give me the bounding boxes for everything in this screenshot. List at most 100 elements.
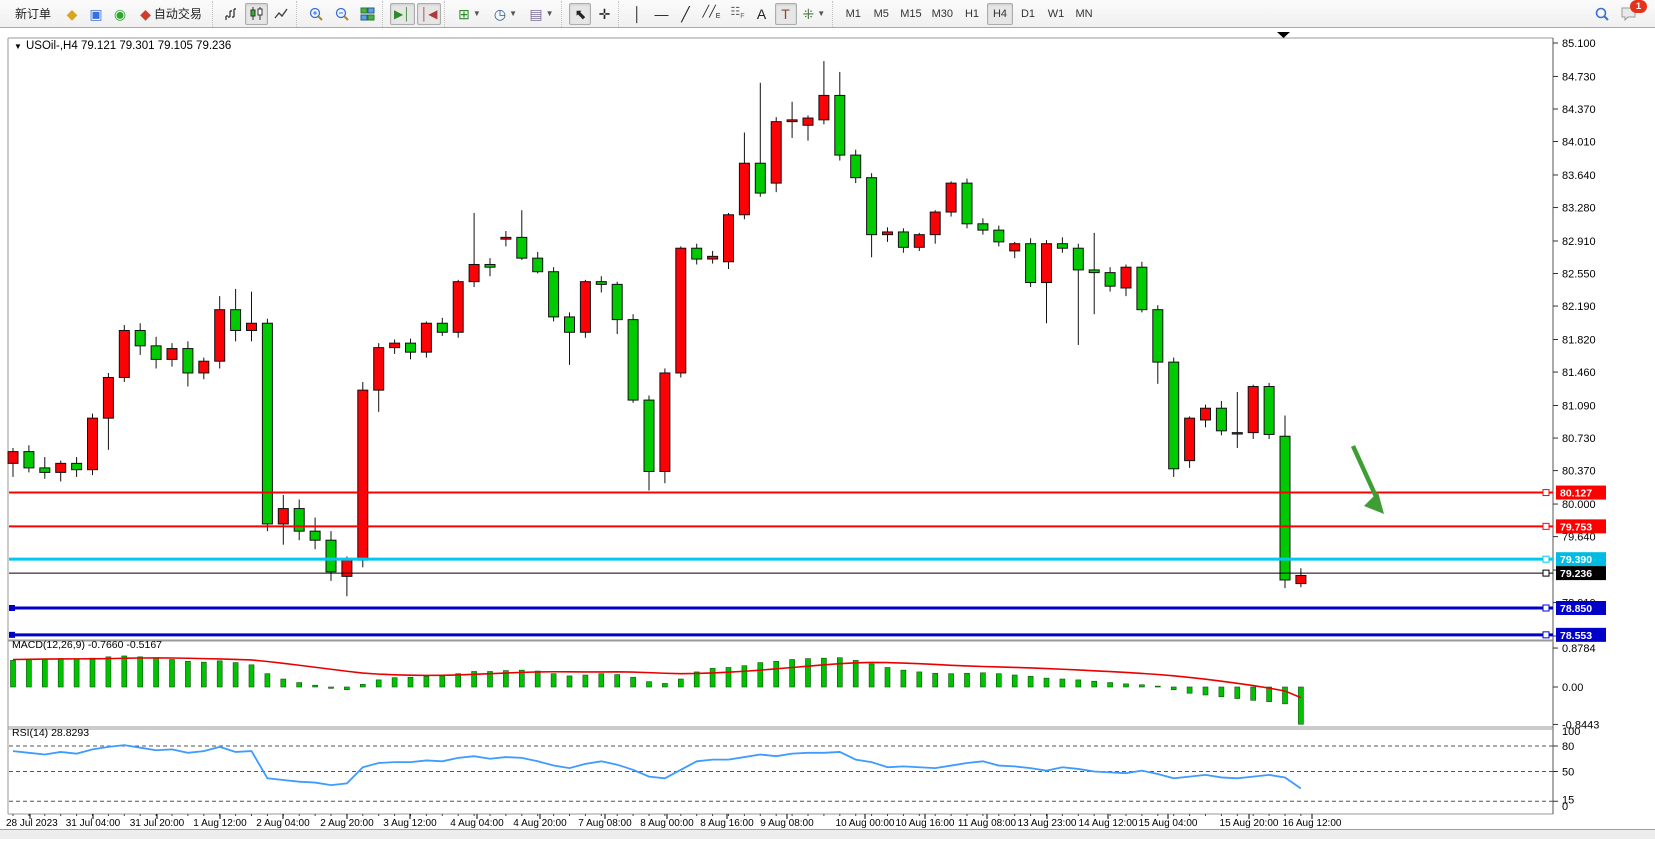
candle (692, 244, 702, 265)
chart-area[interactable]: 85.10084.73084.37084.01083.64083.28082.9… (0, 28, 1655, 838)
macd-bar (90, 658, 95, 687)
macd-bar (631, 677, 636, 687)
macd-bar (154, 658, 159, 687)
candle (358, 382, 368, 567)
time-tick-label: 28 Jul 2023 (6, 818, 58, 829)
candle (1121, 264, 1131, 296)
candle (1153, 305, 1163, 384)
price-badge: 79.236 (1556, 566, 1606, 580)
hline-79.390[interactable] (9, 556, 1553, 562)
macd-bar (329, 687, 334, 688)
line-handle[interactable] (1543, 523, 1549, 529)
line-handle[interactable] (1543, 570, 1549, 576)
bar-chart-icon[interactable] (220, 3, 243, 25)
candle (787, 102, 797, 138)
time-tick-label: 31 Jul 20:00 (130, 818, 185, 829)
hline-78.850[interactable] (9, 605, 1553, 611)
timeframe-h4[interactable]: H4 (987, 3, 1013, 25)
timeframe-h1[interactable]: H1 (959, 3, 985, 25)
fibonacci-tool[interactable]: ☷F (726, 3, 748, 25)
timeframe-m15[interactable]: M15 (896, 3, 925, 25)
line-handle[interactable] (9, 605, 15, 611)
macd-bar (1108, 683, 1113, 687)
macd-bar (201, 662, 206, 687)
tile-windows-icon[interactable] (356, 3, 379, 25)
indicators-menu-button[interactable]: ⊞▼ (452, 3, 486, 25)
timeframe-m5[interactable]: M5 (868, 3, 894, 25)
macd-bar (185, 661, 190, 687)
trendline-tool[interactable]: ╱ (674, 3, 696, 25)
indicators-icon: ⊞ (458, 7, 470, 21)
price-tick-label: 83.280 (1562, 203, 1596, 215)
candle (803, 115, 813, 140)
zoom-out-icon[interactable] (330, 3, 354, 25)
notifications-button[interactable]: 1 (1616, 3, 1641, 25)
chart-shift-icon[interactable]: │◀ (417, 3, 442, 25)
candlestick-chart-icon[interactable] (245, 3, 268, 25)
timeframe-m30[interactable]: M30 (928, 3, 957, 25)
macd-bar (1298, 687, 1303, 724)
horizontal-line-tool[interactable]: — (650, 3, 672, 25)
rsi-axis-label: 0 (1562, 801, 1568, 813)
candle (183, 341, 193, 386)
rsi-line (13, 745, 1301, 788)
search-icon[interactable] (1590, 3, 1614, 25)
line-handle[interactable] (1543, 556, 1549, 562)
line-handle[interactable] (1543, 632, 1549, 638)
timeframe-mn[interactable]: MN (1071, 3, 1097, 25)
vertical-line-tool[interactable]: │ (626, 3, 648, 25)
auto-scroll-icon[interactable]: ▶│ (390, 3, 415, 25)
time-axis[interactable]: 28 Jul 202331 Jul 04:0031 Jul 20:001 Aug… (6, 814, 1342, 829)
candle (1296, 568, 1306, 587)
macd-bar (742, 666, 747, 687)
price-badge-label: 79.236 (1560, 568, 1592, 580)
line-handle[interactable] (9, 632, 15, 638)
text-tool[interactable]: A (751, 3, 773, 25)
channel-tool[interactable]: ╱╱E (698, 3, 724, 25)
macd-bar (170, 660, 175, 687)
macd-bar (1283, 687, 1288, 704)
gold-icon[interactable]: ◆ (61, 3, 83, 25)
templates-menu-button[interactable]: ▤▼ (524, 3, 558, 25)
candle (549, 267, 559, 321)
time-tick-label: 1 Aug 12:00 (193, 818, 247, 829)
macd-bar (1219, 687, 1224, 697)
arrows-menu-button[interactable]: ⁜▼ (799, 3, 830, 25)
price-tick-label: 80.000 (1562, 499, 1596, 511)
market-watch-icon[interactable]: ▣ (85, 3, 107, 25)
autotrade-label: 自动交易 (154, 5, 202, 22)
cursor-tool-button[interactable]: ⬉ (569, 3, 591, 25)
hline-79.753[interactable] (9, 523, 1553, 529)
hline-80.127[interactable] (9, 490, 1553, 496)
time-tick-label: 2 Aug 20:00 (320, 818, 374, 829)
candle (294, 500, 304, 541)
price-badge-label: 79.390 (1560, 554, 1592, 566)
crosshair-tool-button[interactable]: ✛ (593, 3, 615, 25)
autotrade-button[interactable]: ◆ 自动交易 (133, 3, 209, 25)
candle (946, 181, 956, 216)
time-tick-label: 4 Aug 20:00 (513, 818, 567, 829)
timeframe-w1[interactable]: W1 (1043, 3, 1069, 25)
candle (8, 448, 18, 477)
line-chart-icon[interactable] (270, 3, 293, 25)
hline-78.553[interactable] (9, 632, 1553, 638)
candle (24, 445, 34, 472)
text-label-tool[interactable]: T (775, 3, 797, 25)
macd-bar (980, 673, 985, 687)
dropdown-arrow-icon: ▼ (817, 9, 825, 18)
timeframe-d1[interactable]: D1 (1015, 3, 1041, 25)
sell-arrow-annotation[interactable] (1353, 446, 1384, 514)
candle (469, 213, 479, 287)
periods-menu-button[interactable]: ◷▼ (488, 3, 522, 25)
signal-icon[interactable]: ◉ (109, 3, 131, 25)
timeframe-m1[interactable]: M1 (840, 3, 866, 25)
macd-bar (265, 674, 270, 687)
rsi-axis-label: 80 (1562, 741, 1574, 753)
macd-bar (726, 667, 731, 687)
candle (835, 72, 845, 161)
hline-79.236[interactable] (9, 570, 1553, 576)
zoom-in-icon[interactable] (304, 3, 328, 25)
line-handle[interactable] (1543, 490, 1549, 496)
new-order-button[interactable]: 新订单 (7, 3, 59, 25)
line-handle[interactable] (1543, 605, 1549, 611)
